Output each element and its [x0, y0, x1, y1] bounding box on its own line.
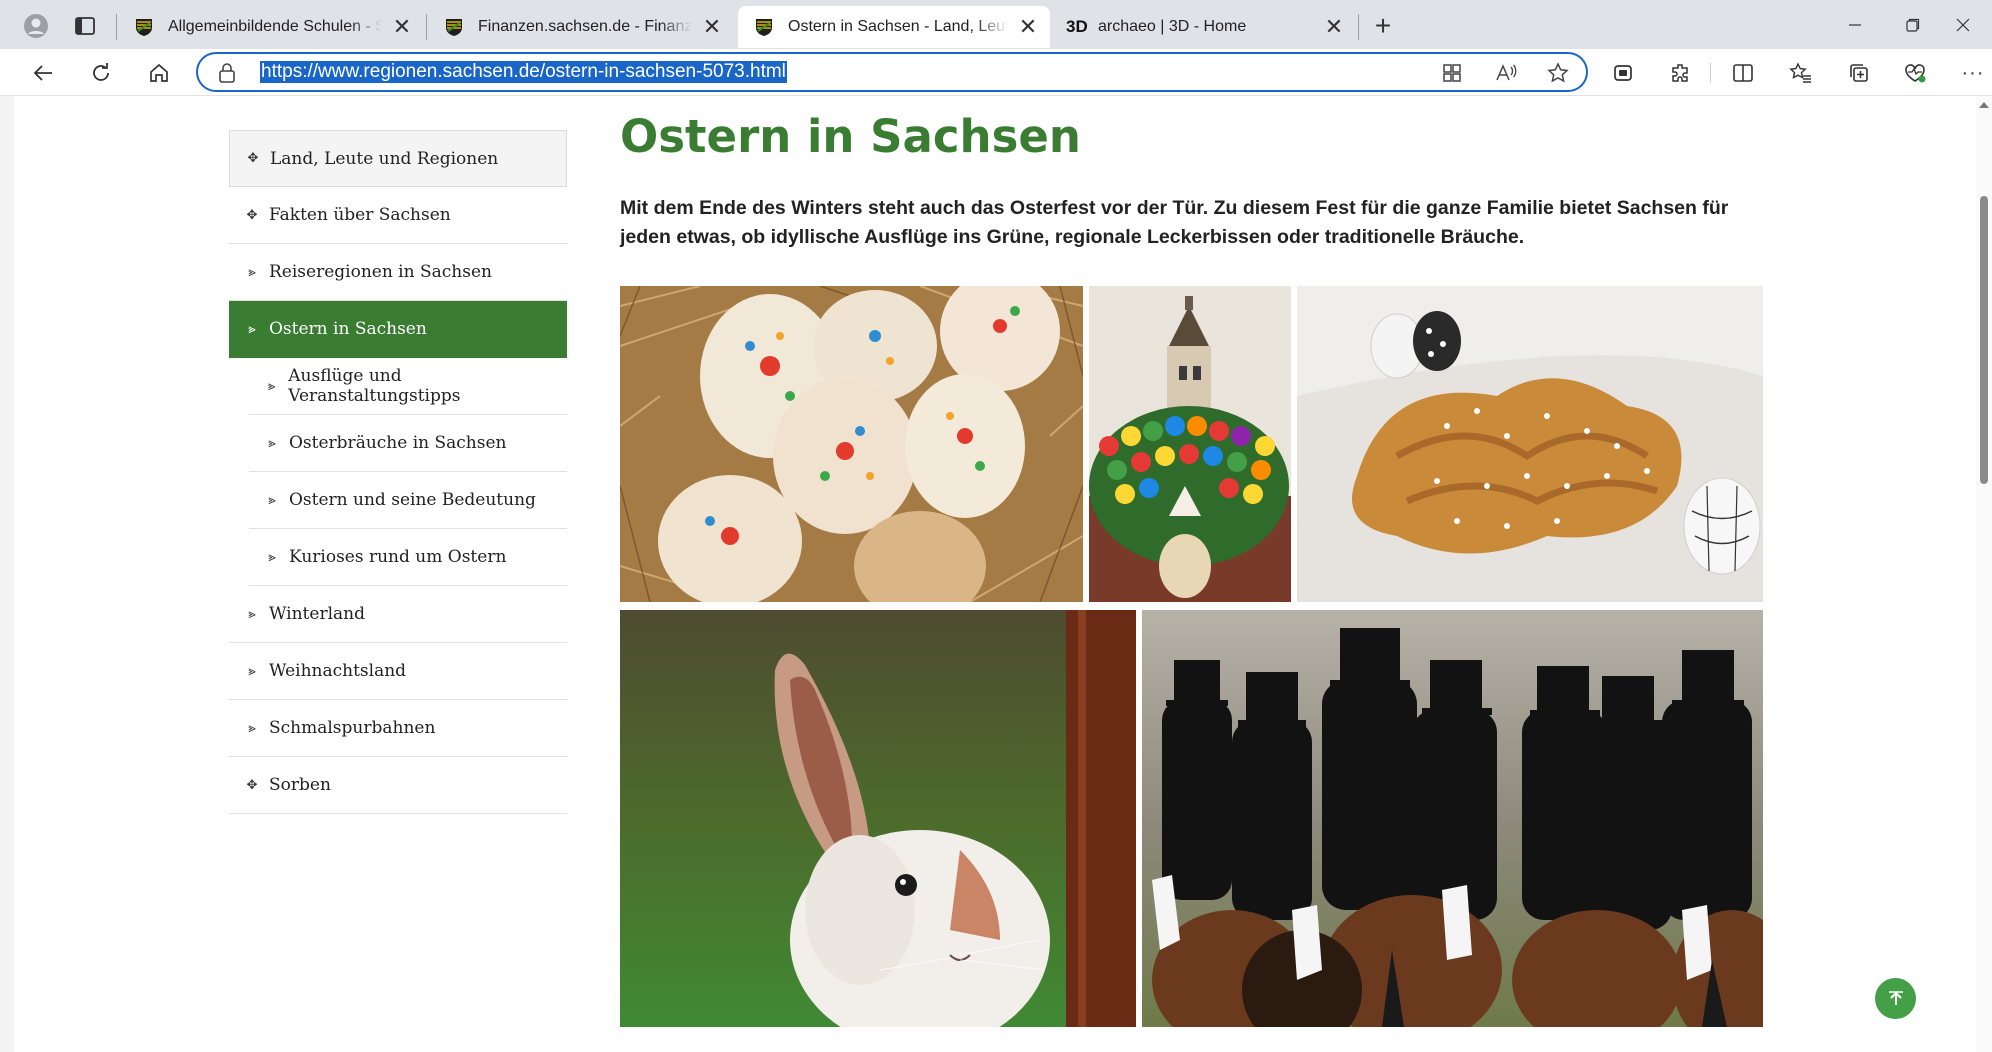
- browser-toolbar: https://www.regionen.sachsen.de/ostern-i…: [0, 49, 1992, 96]
- favorites-icon[interactable]: [1782, 54, 1820, 92]
- nav-marker-icon: ⪢: [267, 378, 276, 394]
- photo-easter-fountain[interactable]: [1089, 286, 1291, 602]
- page-viewport: ✥ Land, Leute und Regionen ✥ Fakten über…: [0, 96, 1992, 1052]
- nav-item-land-leute-regionen[interactable]: ✥ Land, Leute und Regionen: [229, 130, 567, 187]
- tab-separator: [1358, 14, 1359, 40]
- tab-separator: [116, 14, 117, 40]
- back-to-top-button[interactable]: [1875, 978, 1916, 1019]
- nav-item-kurioses[interactable]: ⪢ Kurioses rund um Ostern: [249, 529, 567, 586]
- tab-actions-icon[interactable]: [67, 8, 103, 44]
- nav-marker-icon: ✥: [246, 777, 258, 793]
- photo-painted-eggs[interactable]: [620, 286, 1083, 602]
- favorite-star-icon[interactable]: [1542, 58, 1574, 88]
- nav-marker-icon: ⪢: [248, 264, 256, 280]
- nav-item-sorben[interactable]: ✥ Sorben: [229, 757, 567, 814]
- nav-marker-icon: ⪢: [248, 321, 256, 337]
- nav-item-label: Schmalspurbahnen: [269, 718, 436, 738]
- browser-health-icon[interactable]: [1896, 54, 1934, 92]
- scrollbar-thumb[interactable]: [1980, 196, 1988, 484]
- nav-marker-icon: ⪢: [248, 606, 256, 622]
- back-icon[interactable]: [24, 54, 62, 92]
- browser-essentials-icon[interactable]: [1604, 54, 1642, 92]
- saxony-coat-of-arms-icon: [756, 19, 772, 36]
- tab-archaeo[interactable]: 3D archaeo | 3D - Home ✕: [1050, 6, 1356, 48]
- photo-easter-riders[interactable]: [1142, 610, 1763, 1027]
- saxony-coat-of-arms-icon: [446, 19, 462, 36]
- nav-marker-icon: ⪢: [268, 549, 276, 565]
- nav-item-osterbraeuche[interactable]: ⪢ Osterbräuche in Sachsen: [249, 415, 567, 472]
- close-window-icon[interactable]: [1934, 0, 1992, 49]
- nav-item-label: Sorben: [269, 775, 331, 795]
- nav-marker-icon: ⪢: [248, 663, 256, 679]
- nav-item-label: Fakten über Sachsen: [269, 205, 451, 225]
- saxony-coat-of-arms-icon: [136, 19, 152, 36]
- toolbar-separator: [1710, 63, 1711, 83]
- nav-item-label: Reiseregionen in Sachsen: [269, 262, 492, 282]
- app-available-icon[interactable]: [1436, 58, 1468, 88]
- read-aloud-icon[interactable]: [1490, 58, 1522, 88]
- new-tab-icon[interactable]: +: [1365, 8, 1401, 44]
- archaeo-3d-favicon: 3D: [1066, 17, 1088, 36]
- nav-item-ausfluege[interactable]: ⪢ Ausflüge und Veranstaltungstipps: [249, 358, 567, 415]
- intro-text: Mit dem Ende des Winters steht auch das …: [620, 197, 1729, 248]
- nav-marker-icon: ⪢: [268, 435, 276, 451]
- nav-item-label: Kurioses rund um Ostern: [289, 547, 507, 567]
- side-navigation: ✥ Land, Leute und Regionen ✥ Fakten über…: [229, 130, 567, 814]
- close-tab-icon[interactable]: ✕: [698, 13, 726, 41]
- nav-item-label: Osterbräuche in Sachsen: [289, 433, 507, 453]
- browser-tab-bar: Allgemeinbildende Schulen - Schulen in S…: [0, 0, 1992, 49]
- nav-item-ostern-active[interactable]: ⪢ Ostern in Sachsen: [229, 301, 567, 358]
- nav-marker-icon: ✥: [247, 151, 259, 166]
- nav-item-label: Winterland: [269, 604, 365, 624]
- page-body: ✥ Land, Leute und Regionen ✥ Fakten über…: [14, 96, 1976, 1052]
- page-title: Ostern in Sachsen: [620, 110, 1081, 163]
- nav-item-bedeutung[interactable]: ⪢ Ostern und seine Bedeutung: [249, 472, 567, 529]
- split-screen-icon[interactable]: [1724, 54, 1762, 92]
- lock-icon[interactable]: [218, 62, 236, 84]
- photo-rabbit[interactable]: [620, 610, 1136, 1027]
- close-tab-icon[interactable]: ✕: [1014, 13, 1042, 41]
- reload-icon[interactable]: [82, 54, 120, 92]
- tab-separator: [426, 14, 427, 40]
- tab-title: Finanzen.sachsen.de - Finanzen - sachsen…: [478, 18, 692, 35]
- tab-title: archaeo | 3D - Home: [1098, 18, 1247, 35]
- close-tab-icon[interactable]: ✕: [1320, 13, 1348, 41]
- close-tab-icon[interactable]: ✕: [388, 13, 416, 41]
- nav-item-label: Land, Leute und Regionen: [270, 148, 499, 169]
- nav-item-weihnachtsland[interactable]: ⪢ Weihnachtsland: [229, 643, 567, 700]
- address-bar[interactable]: https://www.regionen.sachsen.de/ostern-i…: [196, 52, 1588, 92]
- tab-title: Allgemeinbildende Schulen - Schulen in S…: [168, 18, 382, 35]
- nav-marker-icon: ⪢: [268, 492, 276, 508]
- nav-marker-icon: ⪢: [248, 720, 256, 736]
- minimize-icon[interactable]: [1826, 0, 1884, 49]
- page-scrollbar[interactable]: [1976, 96, 1992, 1052]
- nav-item-winterland[interactable]: ⪢ Winterland: [229, 586, 567, 643]
- home-icon[interactable]: [140, 54, 178, 92]
- nav-item-fakten[interactable]: ✥ Fakten über Sachsen: [229, 187, 567, 244]
- extensions-icon[interactable]: [1662, 54, 1700, 92]
- nav-item-reiseregionen[interactable]: ⪢ Reiseregionen in Sachsen: [229, 244, 567, 301]
- arrow-up-icon: [1888, 990, 1903, 1005]
- nav-item-label: Ostern in Sachsen: [269, 319, 427, 339]
- collections-icon[interactable]: [1840, 54, 1878, 92]
- nav-item-schmalspurbahnen[interactable]: ⪢ Schmalspurbahnen: [229, 700, 567, 757]
- photo-braided-bread[interactable]: [1297, 286, 1763, 602]
- url-text[interactable]: https://www.regionen.sachsen.de/ostern-i…: [260, 61, 787, 83]
- nav-item-label: Weihnachtsland: [269, 661, 407, 681]
- nav-marker-icon: ✥: [246, 207, 258, 223]
- tab-ostern-active[interactable]: Ostern in Sachsen - Land, Leute und Regi…: [738, 6, 1050, 48]
- tab-title: Ostern in Sachsen - Land, Leute und Regi…: [788, 18, 1008, 35]
- tab-schulen[interactable]: Allgemeinbildende Schulen - Schulen in S…: [118, 6, 424, 48]
- nav-item-label: Ausflüge und Veranstaltungstipps: [288, 366, 461, 406]
- profile-icon[interactable]: [18, 8, 54, 44]
- settings-more-icon[interactable]: ···: [1954, 54, 1992, 92]
- tab-finanzen[interactable]: Finanzen.sachsen.de - Finanzen - sachsen…: [428, 6, 734, 48]
- nav-item-label: Ostern und seine Bedeutung: [289, 490, 536, 510]
- scroll-up-arrow-icon[interactable]: [1979, 102, 1989, 108]
